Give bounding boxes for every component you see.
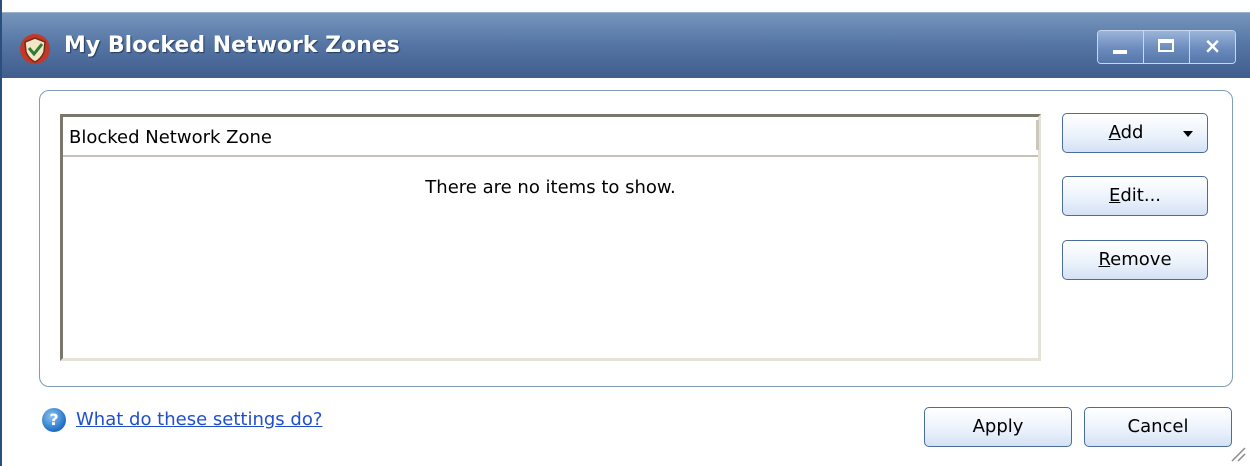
add-button-label: Add (1109, 114, 1144, 152)
close-button[interactable]: × (1189, 31, 1235, 63)
minimize-button[interactable] (1098, 31, 1143, 63)
remove-button-label: Remove (1098, 241, 1171, 279)
column-header-blocked-network-zone[interactable]: Blocked Network Zone (69, 127, 272, 148)
maximize-button[interactable] (1143, 31, 1189, 63)
resize-grip-icon[interactable] (1228, 444, 1246, 462)
dialog-window: My Blocked Network Zones × Blocked Netwo… (0, 0, 1250, 466)
edit-rest: dit... (1120, 185, 1162, 206)
blocked-zones-list[interactable]: Blocked Network Zone There are no items … (60, 114, 1041, 361)
shield-app-icon (20, 34, 50, 64)
add-mnemonic: A (1108, 122, 1121, 143)
remove-mnemonic: R (1098, 249, 1111, 270)
empty-list-message: There are no items to show. (425, 177, 676, 198)
add-rest: dd (1120, 122, 1144, 143)
window-controls: × (1097, 30, 1236, 64)
dropdown-arrow-icon (1183, 131, 1193, 137)
minimize-icon (1113, 50, 1127, 54)
apply-button[interactable]: Apply (924, 407, 1072, 447)
title-bar[interactable]: My Blocked Network Zones × (2, 12, 1250, 78)
list-header: Blocked Network Zone (63, 117, 1039, 157)
remove-button[interactable]: Remove (1062, 240, 1208, 280)
help-icon[interactable]: ? (42, 408, 66, 432)
help-link[interactable]: What do these settings do? (76, 409, 322, 430)
edit-button-label: Edit... (1109, 177, 1161, 215)
window-title: My Blocked Network Zones (64, 33, 400, 58)
column-separator[interactable] (1036, 120, 1039, 150)
cancel-button[interactable]: Cancel (1084, 407, 1232, 447)
edit-mnemonic: E (1108, 185, 1121, 206)
add-button[interactable]: Add (1062, 113, 1208, 153)
close-icon: × (1203, 34, 1222, 58)
edit-button[interactable]: Edit... (1062, 176, 1208, 216)
remove-rest: emove (1110, 249, 1172, 270)
maximize-icon (1158, 39, 1174, 52)
